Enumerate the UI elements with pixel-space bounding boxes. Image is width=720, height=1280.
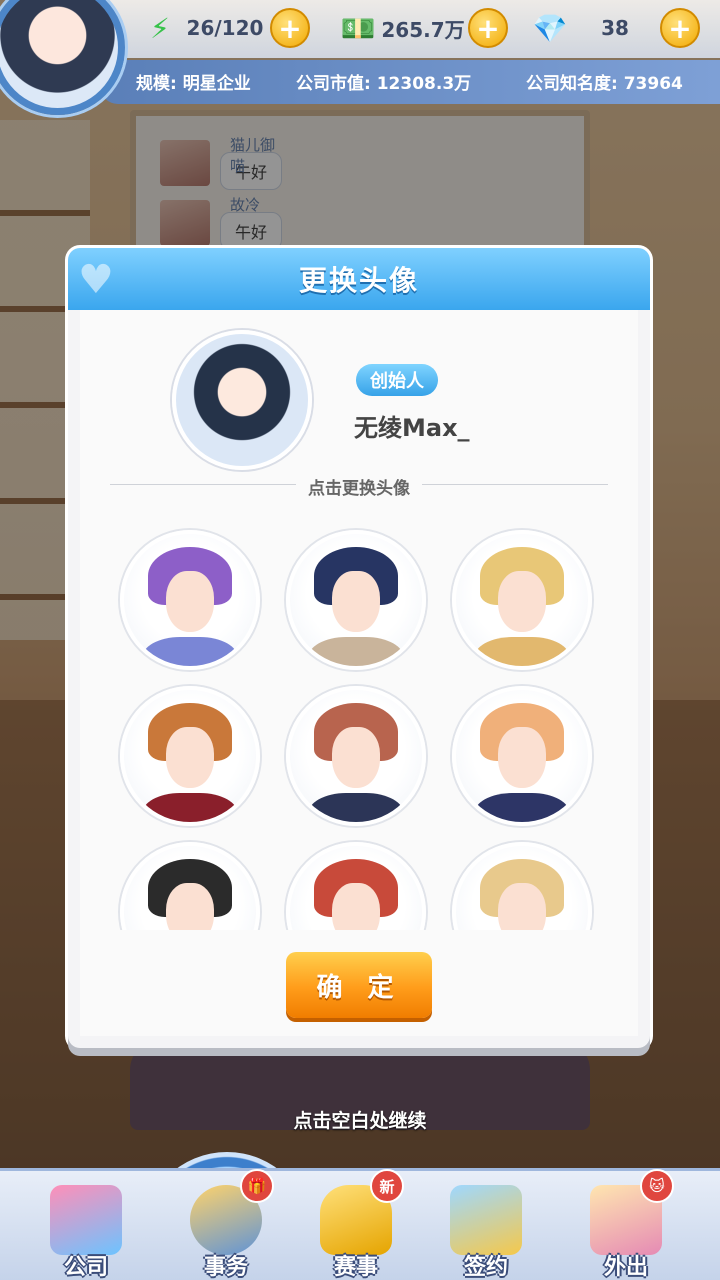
continue-hint: 点击空白处继续 bbox=[293, 1110, 427, 1132]
avatar-grid-list bbox=[120, 530, 610, 930]
avatar-option-blonde-twin-tail-girl[interactable] bbox=[452, 842, 592, 930]
gift-badge-icon: 🎁 bbox=[240, 1169, 274, 1203]
confirm-button[interactable]: 确 定 bbox=[286, 952, 432, 1018]
cat-badge-icon: 🐱 bbox=[640, 1169, 674, 1203]
portrait-face bbox=[166, 570, 214, 632]
dialog-header: ♥ 更换头像 bbox=[68, 248, 650, 310]
portrait-outfit bbox=[308, 636, 404, 666]
nav-label: 外出 bbox=[603, 1255, 648, 1280]
portrait-face bbox=[498, 726, 546, 788]
portrait-outfit bbox=[474, 792, 570, 822]
company-icon bbox=[50, 1185, 122, 1255]
portrait-face bbox=[332, 570, 380, 632]
divider-label: 点击更换头像 bbox=[296, 479, 422, 499]
energy-add-button[interactable]: + bbox=[270, 8, 310, 48]
nav-label: 赛事 bbox=[333, 1255, 378, 1280]
portrait-face bbox=[498, 882, 546, 930]
role-badge: 创始人 bbox=[356, 364, 438, 396]
bottom-nav: 公司 🎁 事务 新 赛事 签约 🐱 外出 bbox=[0, 1168, 720, 1280]
gem-icon: 💎 bbox=[532, 11, 568, 45]
nav-item-go-out[interactable]: 🐱 外出 bbox=[566, 1169, 686, 1280]
portrait-outfit bbox=[142, 636, 238, 666]
company-market-value: 公司市值: 12308.3万 bbox=[296, 74, 472, 94]
change-avatar-dialog: ♥ 更换头像 创始人 无绫Max_ 点击更换头像 确 定 bbox=[68, 248, 650, 1048]
nav-item-contract[interactable]: 签约 bbox=[426, 1171, 546, 1280]
avatar-option-blonde-bearded-man[interactable] bbox=[452, 686, 592, 826]
cash-icon: 💵 bbox=[340, 11, 376, 45]
heart-icon: ♥ bbox=[78, 257, 114, 303]
contract-icon bbox=[450, 1185, 522, 1255]
money-add-button[interactable]: + bbox=[468, 8, 508, 48]
avatar-option-ginger-man-red-shirt[interactable] bbox=[120, 686, 260, 826]
energy-value: 26/120 bbox=[186, 16, 264, 40]
money-resource: 💵 265.7万 + bbox=[338, 6, 508, 50]
nav-label: 公司 bbox=[63, 1255, 108, 1280]
nav-item-affairs[interactable]: 🎁 事务 bbox=[166, 1169, 286, 1280]
energy-icon: ⚡ bbox=[150, 11, 170, 45]
new-badge: 新 bbox=[370, 1169, 404, 1203]
portrait-face bbox=[332, 726, 380, 788]
dialog-body: 创始人 无绫Max_ 点击更换头像 确 定 bbox=[80, 310, 638, 1036]
avatar-option-purple-hair-girl[interactable] bbox=[120, 530, 260, 670]
top-hud: ⚡ 26/120 + 💵 265.7万 + 💎 38 + 规模: 明星企业 公司… bbox=[0, 0, 720, 115]
avatar-grid[interactable] bbox=[80, 510, 638, 930]
portrait-face bbox=[498, 570, 546, 632]
dialog-title: 更换头像 bbox=[298, 264, 419, 297]
energy-resource: ⚡ 26/120 + bbox=[140, 6, 310, 50]
gem-resource: 💎 38 + bbox=[530, 6, 700, 50]
nav-item-events[interactable]: 新 赛事 bbox=[296, 1169, 416, 1280]
portrait-outfit bbox=[308, 792, 404, 822]
money-value: 265.7万 bbox=[381, 17, 465, 42]
company-scale: 规模: 明星企业 bbox=[136, 74, 251, 94]
portrait-face bbox=[166, 726, 214, 788]
gem-add-button[interactable]: + bbox=[660, 8, 700, 48]
portrait-face bbox=[332, 882, 380, 930]
avatar-option-red-bandana-man[interactable] bbox=[286, 842, 426, 930]
avatar-option-auburn-man-navy-shirt[interactable] bbox=[286, 686, 426, 826]
company-fame: 公司知名度: 73964 bbox=[526, 74, 683, 94]
portrait-face bbox=[166, 882, 214, 930]
avatar-option-blonde-mask-man[interactable] bbox=[452, 530, 592, 670]
avatar-option-captain-hat-man[interactable] bbox=[120, 842, 260, 930]
portrait-outfit bbox=[474, 636, 570, 666]
nav-label: 签约 bbox=[463, 1255, 508, 1280]
nav-label: 事务 bbox=[203, 1255, 248, 1280]
portrait-outfit bbox=[142, 792, 238, 822]
gem-value: 38 bbox=[601, 16, 629, 40]
nav-item-company[interactable]: 公司 bbox=[26, 1171, 146, 1280]
user-name: 无绫Max_ bbox=[354, 414, 470, 442]
avatar-option-navy-hair-girl[interactable] bbox=[286, 530, 426, 670]
current-avatar bbox=[172, 330, 312, 470]
